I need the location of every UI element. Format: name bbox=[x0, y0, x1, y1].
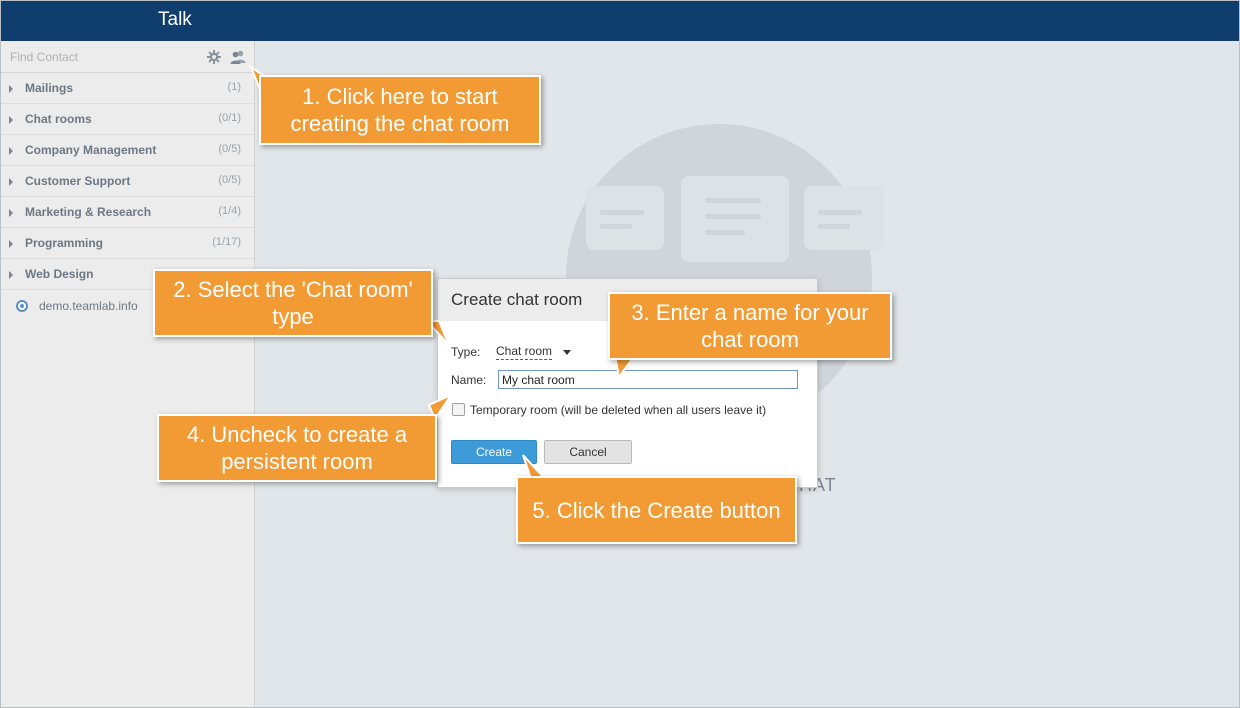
callout-text: 5. Click the Create button bbox=[532, 497, 781, 523]
caret-right-icon bbox=[9, 209, 13, 217]
group-label: Company Management bbox=[25, 143, 157, 157]
group-count: (1/17) bbox=[212, 236, 241, 248]
group-mailings[interactable]: Mailings (1) bbox=[1, 73, 254, 104]
chat-bubble-icon bbox=[804, 186, 884, 250]
callout-text: 2. Select the 'Chat room' type bbox=[173, 277, 413, 329]
callout-text: 4. Uncheck to create a persistent room bbox=[186, 422, 408, 474]
group-count: (1/4) bbox=[218, 205, 241, 217]
account-label: demo.teamlab.info bbox=[39, 299, 138, 313]
chat-bubble-icon bbox=[586, 186, 664, 250]
caret-right-icon bbox=[9, 240, 13, 248]
callout-step-3: 3. Enter a name for your chat room bbox=[608, 292, 892, 360]
group-label: Customer Support bbox=[25, 174, 131, 188]
group-marketing-research[interactable]: Marketing & Research (1/4) bbox=[1, 197, 254, 228]
caret-right-icon bbox=[9, 271, 13, 279]
caret-right-icon bbox=[9, 147, 13, 155]
group-label: Programming bbox=[25, 236, 104, 250]
callout-step-5: 5. Click the Create button bbox=[516, 476, 797, 544]
callout-step-2: 2. Select the 'Chat room' type bbox=[153, 269, 433, 337]
group-chat-rooms[interactable]: Chat rooms (0/1) bbox=[1, 104, 254, 135]
online-status-icon bbox=[16, 300, 28, 312]
create-room-icon[interactable] bbox=[230, 49, 246, 65]
group-company-management[interactable]: Company Management (0/5) bbox=[1, 135, 254, 166]
name-label: Name: bbox=[451, 373, 487, 387]
gear-icon[interactable] bbox=[206, 49, 222, 65]
group-customer-support[interactable]: Customer Support (0/5) bbox=[1, 166, 254, 197]
group-label: Marketing & Research bbox=[25, 205, 152, 219]
temporary-room-label: Temporary room (will be deleted when all… bbox=[470, 403, 767, 417]
group-count: (0/5) bbox=[218, 174, 241, 186]
callout-step-4: 4. Uncheck to create a persistent room bbox=[157, 414, 437, 482]
group-programming[interactable]: Programming (1/17) bbox=[1, 228, 254, 259]
group-count: (0/1) bbox=[218, 112, 241, 124]
caret-right-icon bbox=[9, 85, 13, 93]
group-count: (0/5) bbox=[218, 143, 241, 155]
search-row bbox=[1, 41, 254, 73]
group-label: Web Design bbox=[25, 267, 94, 281]
dropdown-arrow-icon[interactable] bbox=[563, 350, 571, 355]
group-label: Chat rooms bbox=[25, 112, 92, 126]
app-window: Talk Find Contact Mailings (1) Chat room… bbox=[0, 0, 1240, 708]
group-label: Mailings bbox=[25, 81, 74, 95]
room-name-input[interactable] bbox=[498, 370, 798, 389]
sidebar: Mailings (1) Chat rooms (0/1) Company Ma… bbox=[1, 41, 255, 707]
top-bar: Talk bbox=[1, 1, 1239, 41]
dialog-title: Create chat room bbox=[451, 290, 583, 309]
callout-text: 1. Click here to start creating the chat… bbox=[290, 84, 510, 136]
caret-right-icon bbox=[9, 178, 13, 186]
cancel-button[interactable]: Cancel bbox=[544, 440, 632, 464]
find-contact-input[interactable] bbox=[5, 46, 195, 68]
callout-step-1: 1. Click here to start creating the chat… bbox=[259, 75, 541, 145]
group-count: (1) bbox=[227, 81, 241, 93]
caret-right-icon bbox=[9, 116, 13, 124]
room-type-select[interactable]: Chat room bbox=[496, 344, 553, 360]
app-title: Talk bbox=[158, 9, 192, 30]
type-label: Type: bbox=[451, 345, 481, 359]
chat-bubble-icon bbox=[681, 176, 789, 262]
callout-text: 3. Enter a name for your chat room bbox=[631, 300, 869, 352]
